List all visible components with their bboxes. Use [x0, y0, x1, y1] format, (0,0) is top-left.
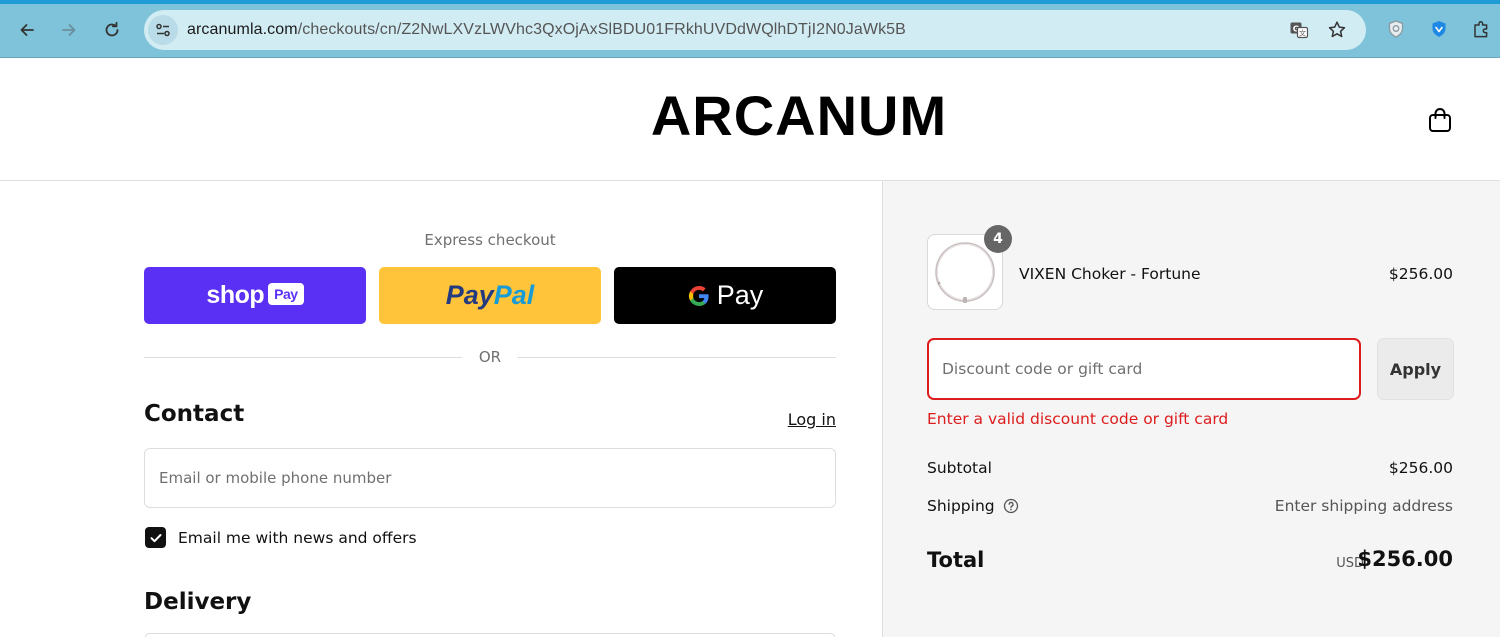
store-header: ARCANUM	[0, 58, 1500, 181]
email-field[interactable]	[144, 448, 836, 508]
back-icon[interactable]	[13, 16, 41, 44]
login-link[interactable]: Log in	[760, 410, 836, 429]
discount-code-input[interactable]	[927, 338, 1361, 400]
paypal-logo-part1: Pay	[445, 280, 494, 310]
quantity-badge: 4	[984, 225, 1012, 253]
product-name: VIXEN Choker - Fortune	[1019, 265, 1201, 283]
vpn-extension-icon[interactable]	[1428, 18, 1450, 40]
bookmark-star-icon[interactable]	[1326, 19, 1348, 41]
subtotal-value: $256.00	[1388, 459, 1453, 477]
total-label: Total	[927, 548, 985, 572]
divider-left	[144, 357, 462, 358]
or-divider-text: OR	[478, 348, 502, 366]
discount-error-message: Enter a valid discount code or gift card	[927, 410, 1229, 428]
shop-pay-pill: Pay	[268, 283, 304, 305]
checkout-form: Express checkout shop Pay PayPal Pay OR C…	[0, 181, 882, 637]
newsletter-checkbox[interactable]	[145, 527, 166, 548]
shopping-bag-icon[interactable]	[1426, 106, 1454, 134]
url-text[interactable]: arcanumla.com/checkouts/cn/Z2NwLXVzLWVhc…	[187, 21, 906, 39]
divider-right	[517, 357, 836, 358]
contact-title: Contact	[144, 401, 245, 427]
product-price: $256.00	[1388, 265, 1453, 283]
subtotal-label: Subtotal	[927, 459, 992, 477]
url-host: arcanumla.com	[187, 21, 298, 38]
shop-pay-button[interactable]: shop Pay	[144, 267, 366, 324]
address-bar[interactable]: arcanumla.com/checkouts/cn/Z2NwLXVzLWVhc…	[144, 10, 1366, 50]
translate-icon[interactable]: G文	[1288, 19, 1310, 41]
google-g-icon	[688, 285, 709, 306]
shipping-label: Shipping	[927, 497, 995, 515]
shop-pay-brand: shop	[206, 281, 265, 309]
shield-extension-icon[interactable]	[1385, 18, 1407, 40]
forward-icon[interactable]	[55, 16, 83, 44]
help-circle-icon[interactable]	[1003, 498, 1019, 514]
reload-icon[interactable]	[98, 16, 126, 44]
paypal-logo-part2: Pal	[493, 280, 535, 310]
paypal-logo: PayPal	[446, 280, 535, 311]
newsletter-label[interactable]: Email me with news and offers	[178, 529, 417, 547]
store-logo[interactable]: ARCANUM	[0, 83, 1500, 148]
browser-toolbar: arcanumla.com/checkouts/cn/Z2NwLXVzLWVhc…	[0, 0, 1500, 58]
delivery-title: Delivery	[144, 589, 252, 615]
google-pay-label: Pay	[716, 280, 764, 310]
express-checkout-title: Express checkout	[424, 231, 556, 249]
url-path: /checkouts/cn/Z2NwLXVzLWVhc3QxOjAxSlBDU0…	[297, 21, 906, 38]
paypal-button[interactable]: PayPal	[379, 267, 601, 324]
apply-discount-button[interactable]: Apply	[1377, 338, 1454, 400]
shipping-row: Shipping	[927, 497, 1019, 515]
google-pay-button[interactable]: Pay	[614, 267, 836, 324]
total-value: $256.00	[1357, 547, 1453, 571]
svg-text:文: 文	[1299, 29, 1306, 38]
shipping-value: Enter shipping address	[1274, 497, 1453, 515]
order-summary: 4 VIXEN Choker - Fortune $256.00 Apply E…	[882, 181, 1500, 637]
extensions-puzzle-icon[interactable]	[1471, 18, 1493, 40]
shop-pay-logo: shop Pay	[206, 281, 304, 310]
delivery-country-field[interactable]	[144, 633, 836, 637]
tab-strip-edge	[0, 0, 1500, 4]
site-info-icon[interactable]	[148, 15, 178, 45]
checkmark-icon	[150, 533, 161, 542]
